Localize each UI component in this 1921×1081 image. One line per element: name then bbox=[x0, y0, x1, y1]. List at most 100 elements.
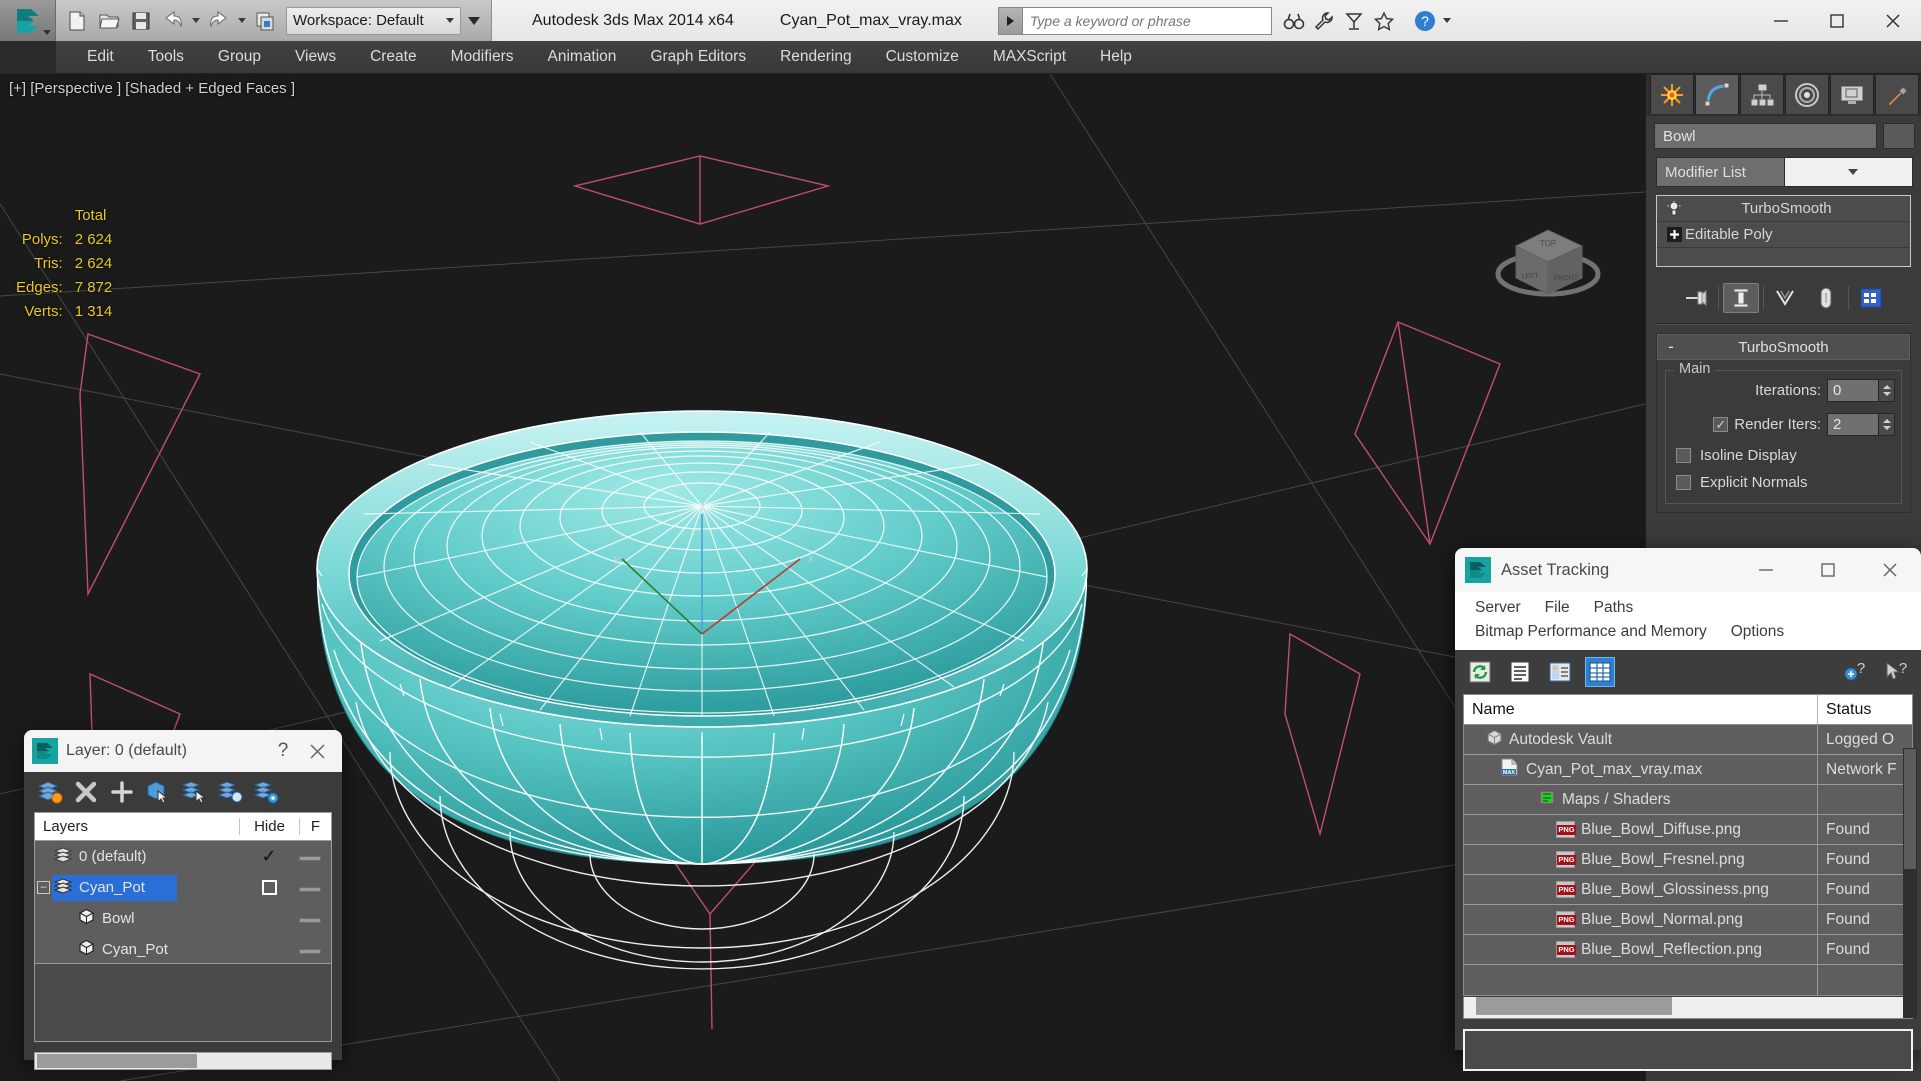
column-name[interactable]: Name bbox=[1464, 695, 1817, 724]
pin-stack-icon[interactable] bbox=[1678, 283, 1714, 313]
satellite-dish-icon[interactable] bbox=[1340, 6, 1368, 36]
menu-item-animation[interactable]: Animation bbox=[531, 44, 634, 70]
refresh-icon[interactable] bbox=[1465, 657, 1495, 687]
layer-horizontal-scrollbar[interactable] bbox=[34, 1052, 332, 1070]
show-end-result-icon[interactable] bbox=[1723, 283, 1759, 313]
layer-row-cyan-pot[interactable]: – Cyan_Pot bbox=[35, 872, 331, 903]
iterations-value[interactable]: 0 bbox=[1827, 379, 1879, 402]
menu-item-group[interactable]: Group bbox=[201, 44, 278, 70]
asset-table[interactable]: Name Status Autodesk Vault Logged O MAX bbox=[1463, 694, 1913, 996]
undo-dropdown-icon[interactable] bbox=[190, 5, 202, 37]
scrollbar-thumb[interactable] bbox=[37, 1054, 197, 1068]
asset-vertical-scrollbar[interactable] bbox=[1903, 748, 1917, 1018]
table-row[interactable] bbox=[1464, 965, 1912, 995]
delete-layer-icon[interactable] bbox=[70, 776, 102, 808]
undo-icon[interactable] bbox=[158, 5, 188, 37]
redo-icon[interactable] bbox=[204, 5, 234, 37]
minimize-button[interactable] bbox=[1735, 548, 1797, 592]
motion-tab[interactable] bbox=[1785, 74, 1829, 114]
maximize-button[interactable] bbox=[1797, 548, 1859, 592]
add-layer-icon[interactable] bbox=[106, 776, 138, 808]
close-button[interactable] bbox=[1859, 548, 1921, 592]
utilities-tab[interactable] bbox=[1875, 74, 1919, 114]
modifier-stack-item-editable-poly[interactable]: Editable Poly bbox=[1657, 222, 1910, 248]
remove-modifier-icon[interactable] bbox=[1808, 283, 1844, 313]
project-folder-icon[interactable] bbox=[250, 5, 280, 37]
layer-freeze-toggle[interactable] bbox=[299, 848, 331, 865]
menu-item-paths[interactable]: Paths bbox=[1582, 596, 1646, 620]
render-iters-value[interactable]: 2 bbox=[1827, 413, 1879, 436]
layer-dialog[interactable]: Layer: 0 (default) ? Layers Hide F 0 (de… bbox=[24, 730, 342, 1070]
asset-tracking-dialog[interactable]: Asset Tracking Server File Paths Bitmap … bbox=[1455, 548, 1921, 1071]
menu-item-server[interactable]: Server bbox=[1463, 596, 1533, 620]
column-status[interactable]: Status bbox=[1817, 695, 1912, 724]
iterations-stepper[interactable] bbox=[1879, 379, 1895, 402]
object-name-input[interactable] bbox=[1654, 123, 1877, 149]
modify-tab[interactable] bbox=[1695, 74, 1739, 114]
layer-hide-toggle[interactable] bbox=[239, 880, 299, 895]
asset-horizontal-scrollbar[interactable] bbox=[1463, 997, 1913, 1019]
layer-freeze-toggle[interactable] bbox=[299, 879, 331, 896]
menu-item-help[interactable]: Help bbox=[1083, 44, 1149, 70]
minimize-button[interactable] bbox=[1753, 0, 1809, 41]
menu-item-graph-editors[interactable]: Graph Editors bbox=[633, 44, 763, 70]
layer-row-cyan-pot-object[interactable]: Cyan_Pot bbox=[35, 934, 331, 963]
layer-freeze-toggle[interactable] bbox=[299, 910, 331, 927]
menu-item-maxscript[interactable]: MAXScript bbox=[976, 44, 1083, 70]
new-layer-icon[interactable] bbox=[34, 776, 66, 808]
scrollbar-thumb[interactable] bbox=[1904, 749, 1916, 869]
menu-item-modifiers[interactable]: Modifiers bbox=[434, 44, 531, 70]
layer-hide-toggle[interactable]: ✓ bbox=[239, 846, 299, 867]
render-iters-spinner[interactable]: 2 bbox=[1827, 413, 1895, 436]
new-file-icon[interactable] bbox=[62, 5, 92, 37]
render-iters-checkbox[interactable] bbox=[1713, 417, 1729, 432]
table-row[interactable]: Maps / Shaders bbox=[1464, 785, 1912, 815]
context-help-icon[interactable]: ? bbox=[1881, 657, 1911, 687]
redo-dropdown-icon[interactable] bbox=[236, 5, 248, 37]
add-help-icon[interactable]: ? bbox=[1841, 657, 1871, 687]
iterations-spinner[interactable]: 0 bbox=[1827, 379, 1895, 402]
modifier-stack-item-turbosmooth[interactable]: TurboSmooth bbox=[1657, 196, 1910, 222]
highlight-selected-icon[interactable] bbox=[214, 776, 246, 808]
select-objects-icon[interactable] bbox=[142, 776, 174, 808]
menu-item-tools[interactable]: Tools bbox=[131, 44, 201, 70]
menu-item-views[interactable]: Views bbox=[278, 44, 353, 70]
layer-row-bowl[interactable]: Bowl bbox=[35, 903, 331, 934]
scrollbar-thumb[interactable] bbox=[1476, 997, 1672, 1015]
workspace-dropdown-button[interactable] bbox=[463, 6, 485, 36]
save-file-icon[interactable] bbox=[126, 5, 156, 37]
layer-freeze-toggle[interactable] bbox=[299, 941, 331, 958]
application-menu-button[interactable] bbox=[0, 0, 56, 41]
menu-item-options[interactable]: Options bbox=[1719, 620, 1796, 644]
detail-view-icon[interactable] bbox=[1545, 657, 1575, 687]
table-row[interactable]: Blue_Bowl_Diffuse.png Found bbox=[1464, 815, 1912, 845]
maximize-button[interactable] bbox=[1809, 0, 1865, 41]
menu-item-bitmap-performance[interactable]: Bitmap Performance and Memory bbox=[1463, 620, 1719, 644]
grid-view-icon[interactable] bbox=[1585, 657, 1615, 687]
menu-item-create[interactable]: Create bbox=[353, 44, 434, 70]
display-tab[interactable] bbox=[1830, 74, 1874, 114]
open-file-icon[interactable] bbox=[94, 5, 124, 37]
search-input[interactable] bbox=[1021, 6, 1272, 35]
binoculars-icon[interactable] bbox=[1280, 6, 1308, 36]
object-color-swatch[interactable] bbox=[1883, 123, 1915, 149]
menu-item-file[interactable]: File bbox=[1533, 596, 1582, 620]
explicit-normals-checkbox[interactable] bbox=[1676, 475, 1691, 490]
list-view-icon[interactable] bbox=[1505, 657, 1535, 687]
search-expand-icon[interactable] bbox=[997, 6, 1022, 35]
layer-list[interactable]: 0 (default) ✓ – Cyan_Pot Bowl Cyan_Pot bbox=[34, 840, 332, 964]
table-row[interactable]: Autodesk Vault Logged O bbox=[1464, 725, 1912, 755]
table-row[interactable]: Blue_Bowl_Normal.png Found bbox=[1464, 905, 1912, 935]
view-cube[interactable]: TOP LEFT FRONT bbox=[1490, 202, 1608, 314]
menu-item-rendering[interactable]: Rendering bbox=[763, 44, 869, 70]
close-icon[interactable] bbox=[300, 734, 334, 768]
render-iters-stepper[interactable] bbox=[1879, 413, 1895, 436]
table-row[interactable]: Blue_Bowl_Reflection.png Found bbox=[1464, 935, 1912, 965]
select-highlighted-icon[interactable] bbox=[178, 776, 210, 808]
table-row[interactable]: MAX Cyan_Pot_max_vray.max Network F bbox=[1464, 755, 1912, 785]
turbosmooth-rollout-header[interactable]: - TurboSmooth bbox=[1657, 334, 1910, 360]
table-row[interactable]: Blue_Bowl_Glossiness.png Found bbox=[1464, 875, 1912, 905]
isoline-display-checkbox[interactable] bbox=[1676, 448, 1691, 463]
star-icon[interactable] bbox=[1370, 6, 1398, 36]
hierarchy-tab[interactable] bbox=[1740, 74, 1784, 114]
